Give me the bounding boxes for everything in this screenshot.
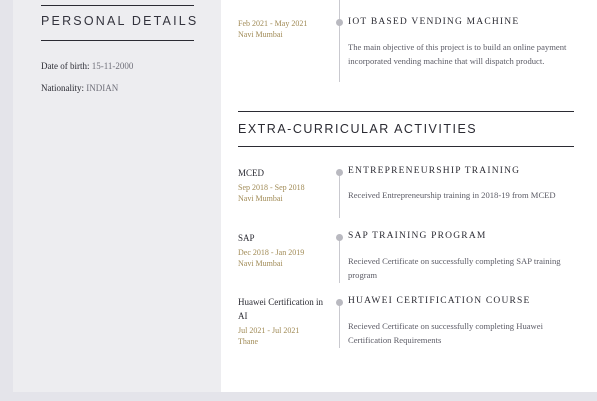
extra-curricular-heading: EXTRA-CURRICULAR ACTIVITIES <box>238 122 478 136</box>
page-bottom-gap <box>0 392 597 401</box>
section-top-rule <box>238 111 574 112</box>
project-location: Navi Mumbai <box>238 30 283 39</box>
activity-meta: Dec 2018 - Jan 2019 Navi Mumbai <box>238 247 304 269</box>
detail-label: Nationality: <box>41 83 84 93</box>
activity-title: SAP TRAINING PROGRAM <box>348 231 487 241</box>
detail-nationality: Nationality: INDIAN <box>41 83 118 93</box>
activity-location: Navi Mumbai <box>238 259 283 268</box>
activity-organization: SAP <box>238 233 255 243</box>
detail-date-of-birth: Date of birth: 15-11-2000 <box>41 61 133 71</box>
activity-meta: Sep 2018 - Sep 2018 Navi Mumbai <box>238 182 305 204</box>
project-description: The main objective of this project is to… <box>348 42 567 66</box>
activity-timeline-line <box>339 235 340 283</box>
project-timeline-dot <box>336 19 343 26</box>
activity-title: ENTREPRENEURSHIP TRAINING <box>348 166 521 176</box>
activity-timeline-dot <box>336 299 343 306</box>
activity-timeline-line <box>339 300 340 348</box>
activity-organization: MCED <box>238 168 265 178</box>
sidebar-panel <box>13 0 221 392</box>
activity-location: Navi Mumbai <box>238 194 283 203</box>
activity-date: Sep 2018 - Sep 2018 <box>238 183 305 192</box>
activity-description: Recieved Certificate on successfully com… <box>348 256 561 280</box>
activity-timeline-dot <box>336 234 343 241</box>
activity-location: Thane <box>238 337 258 346</box>
activity-date: Jul 2021 - Jul 2021 <box>238 326 300 335</box>
project-date: Feb 2021 - May 2021 <box>238 19 308 28</box>
detail-label: Date of birth: <box>41 61 90 71</box>
detail-value: INDIAN <box>86 83 119 93</box>
sidebar-heading-bottom-rule <box>41 40 194 41</box>
activity-description: Recieved Certificate on successfully com… <box>348 321 543 345</box>
activity-meta: Jul 2021 - Jul 2021 Thane <box>238 325 299 347</box>
activity-description: Received Entrepreneurship training in 20… <box>348 190 556 200</box>
personal-details-heading: PERSONAL DETAILS <box>41 14 199 28</box>
activity-timeline-line <box>339 170 340 218</box>
sidebar-heading-top-rule <box>41 5 194 6</box>
project-meta: Feb 2021 - May 2021 Navi Mumbai <box>238 18 307 40</box>
activity-title: HUAWEI CERTIFICATION COURSE <box>348 296 531 306</box>
detail-value: 15-11-2000 <box>91 61 134 71</box>
section-bottom-rule <box>238 146 574 147</box>
activity-date: Dec 2018 - Jan 2019 <box>238 248 305 257</box>
activity-timeline-dot <box>336 169 343 176</box>
activity-organization: Huawei Certification in AI <box>238 297 323 321</box>
project-title: IOT BASED VENDING MACHINE <box>348 17 520 27</box>
project-timeline-line <box>339 0 340 82</box>
